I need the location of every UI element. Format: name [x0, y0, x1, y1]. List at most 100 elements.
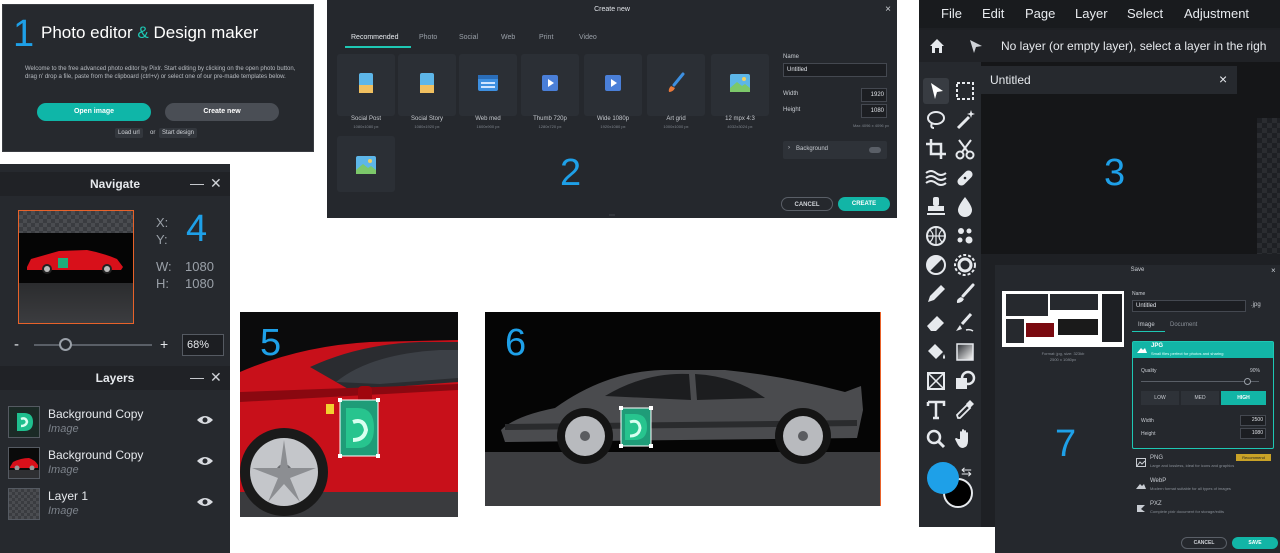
start-design-button[interactable]: Start design: [159, 128, 198, 138]
red-car-closeup-canvas[interactable]: 5: [240, 312, 458, 517]
open-image-button[interactable]: Open image: [37, 103, 151, 121]
create-button[interactable]: CREATE: [838, 197, 890, 211]
swap-colors-icon[interactable]: ⇆: [961, 464, 972, 480]
quality-slider-track[interactable]: [1141, 381, 1259, 382]
layer-row[interactable]: Background Copy Image: [0, 402, 230, 442]
cancel-button[interactable]: CANCEL: [781, 197, 833, 211]
menu-layer[interactable]: Layer: [1075, 6, 1108, 21]
eraser-icon[interactable]: [923, 310, 949, 336]
zoom-slider-handle[interactable]: [59, 338, 72, 351]
grayscale-car-canvas[interactable]: 6: [485, 312, 881, 506]
tab-image[interactable]: Image: [1138, 322, 1155, 328]
save-width-input[interactable]: 2500: [1240, 415, 1266, 426]
width-input[interactable]: 1920: [861, 88, 887, 102]
zoom-in-button[interactable]: +: [160, 336, 168, 352]
primary-color-swatch[interactable]: [927, 462, 959, 494]
close-icon[interactable]: ✕: [210, 175, 222, 192]
lasso-select-icon[interactable]: [923, 107, 949, 133]
color-replace-gear-icon[interactable]: [952, 252, 978, 278]
preset-wide-1080p[interactable]: [584, 54, 642, 116]
brush-icon[interactable]: [952, 281, 978, 307]
tab-web[interactable]: Web: [501, 34, 515, 41]
menu-edit[interactable]: Edit: [982, 6, 1004, 21]
tab-video[interactable]: Video: [579, 34, 597, 41]
preset-art-grid[interactable]: [647, 54, 705, 116]
magic-wand-icon[interactable]: [952, 107, 978, 133]
name-input[interactable]: Untitled: [783, 63, 887, 77]
gradient-icon[interactable]: [952, 339, 978, 365]
minimize-icon[interactable]: —: [190, 369, 204, 385]
sponge-icon[interactable]: [923, 223, 949, 249]
zoom-out-button[interactable]: -: [14, 336, 19, 353]
text-tool-icon[interactable]: [923, 397, 949, 423]
image-placeholder-icon[interactable]: [923, 368, 949, 394]
hand-pan-icon[interactable]: [952, 426, 978, 452]
background-switch[interactable]: [869, 147, 881, 153]
marquee-select-icon[interactable]: [952, 78, 978, 104]
jpg-format-option[interactable]: JPG Small files perfect for photos and s…: [1133, 342, 1273, 358]
background-toggle-row[interactable]: › Background: [783, 141, 887, 159]
color-picker-eyedropper-icon[interactable]: [952, 397, 978, 423]
save-button[interactable]: SAVE: [1232, 537, 1278, 549]
blur-drop-icon[interactable]: [952, 194, 978, 220]
clone-stamp-icon[interactable]: [923, 194, 949, 220]
close-icon[interactable]: ×: [1271, 266, 1276, 275]
save-height-input[interactable]: 1080: [1240, 428, 1266, 439]
crop-icon[interactable]: [923, 136, 949, 162]
pxz-format-option[interactable]: PXZ Complete pixlr document for storage/…: [1132, 499, 1274, 519]
eye-visibility-icon[interactable]: [196, 455, 214, 467]
tab-photo[interactable]: Photo: [419, 34, 437, 41]
close-icon[interactable]: ✕: [210, 369, 222, 386]
pixelate-dots-icon[interactable]: [952, 223, 978, 249]
filename-input[interactable]: Untitled: [1132, 300, 1246, 312]
height-input[interactable]: 1080: [861, 104, 887, 118]
tab-recommended[interactable]: Recommended: [351, 34, 398, 41]
eye-visibility-icon[interactable]: [196, 496, 214, 508]
draw-pencil-icon[interactable]: [923, 281, 949, 307]
document-tab[interactable]: Untitled ×: [981, 66, 1237, 94]
close-icon[interactable]: ×: [885, 4, 891, 15]
eye-visibility-icon[interactable]: [196, 414, 214, 426]
quality-high-button[interactable]: HIGH: [1221, 391, 1266, 405]
home-icon[interactable]: [929, 38, 945, 54]
tab-social[interactable]: Social: [459, 34, 478, 41]
tools-panel: ⇆: [919, 62, 981, 527]
preset-12mpx[interactable]: [711, 54, 769, 116]
zoom-magnifier-icon[interactable]: [923, 426, 949, 452]
layer-row[interactable]: Background Copy Image: [0, 443, 230, 483]
preset-web-med[interactable]: [459, 54, 517, 116]
preset-social-post[interactable]: [337, 54, 395, 116]
fill-bucket-icon[interactable]: [923, 339, 949, 365]
navigator-thumbnail[interactable]: [18, 210, 134, 324]
menu-page[interactable]: Page: [1025, 6, 1055, 21]
create-new-button[interactable]: Create new: [165, 103, 279, 121]
cancel-button[interactable]: CANCEL: [1181, 537, 1227, 549]
zoom-value-input[interactable]: 68%: [182, 334, 224, 356]
menu-file[interactable]: File: [941, 6, 962, 21]
close-icon[interactable]: ×: [1219, 71, 1227, 87]
menu-adjustment[interactable]: Adjustment: [1184, 6, 1249, 21]
shape-icon[interactable]: [952, 368, 978, 394]
tab-print[interactable]: Print: [539, 34, 553, 41]
load-url-button[interactable]: Load url: [115, 128, 143, 138]
minimize-icon[interactable]: —: [190, 175, 204, 191]
heal-bandage-icon[interactable]: [952, 165, 978, 191]
png-format-option[interactable]: PNG Large and lossless, ideal for icons …: [1132, 453, 1274, 473]
menu-select[interactable]: Select: [1127, 6, 1163, 21]
preset-social-story[interactable]: [398, 54, 456, 116]
zoom-slider-track[interactable]: [34, 344, 152, 346]
dodge-burn-icon[interactable]: [923, 252, 949, 278]
layer-row[interactable]: Layer 1 Image: [0, 484, 230, 524]
quality-med-button[interactable]: MED: [1181, 391, 1219, 405]
smudge-icon[interactable]: [952, 310, 978, 336]
quality-low-button[interactable]: LOW: [1141, 391, 1179, 405]
cutout-scissors-icon[interactable]: [952, 136, 978, 162]
liquify-icon[interactable]: [923, 165, 949, 191]
preset-custom[interactable]: [337, 136, 395, 192]
webp-format-option[interactable]: WebP Modern format suitable for all type…: [1132, 476, 1274, 496]
quality-slider-handle[interactable]: [1244, 378, 1251, 385]
resize-handle-icon[interactable]: ⋯: [609, 212, 615, 219]
preset-thumb-720p[interactable]: [521, 54, 579, 116]
tab-document[interactable]: Document: [1170, 322, 1197, 328]
arrange-tool-icon[interactable]: [923, 78, 949, 104]
